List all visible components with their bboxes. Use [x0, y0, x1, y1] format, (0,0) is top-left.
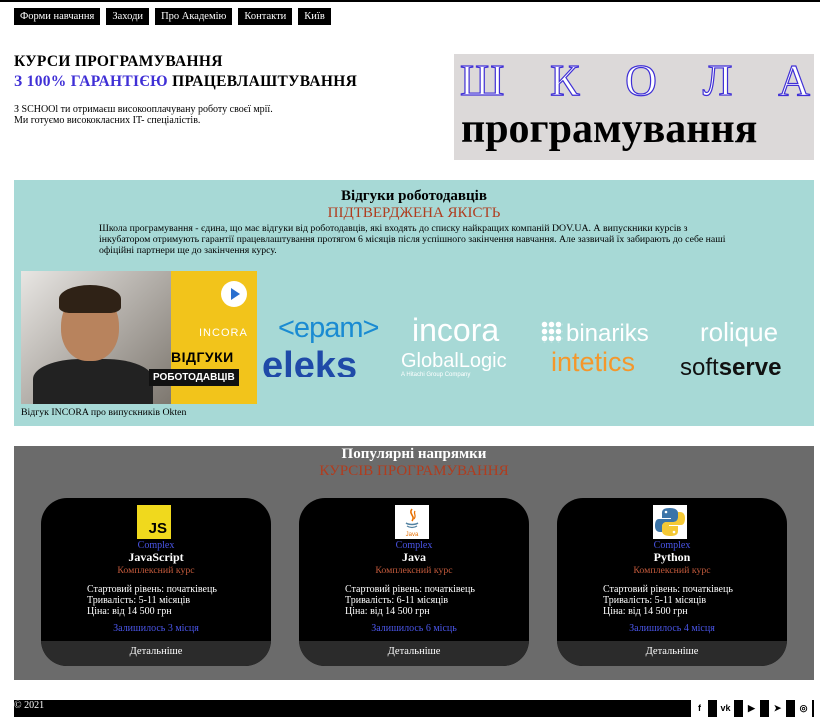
hero-text: КУРСИ ПРОГРАМУВАННЯ З 100% ГАРАНТІЄЮ ПРА… — [14, 52, 434, 126]
course-level: Стартовий рівень: початківець — [603, 584, 733, 595]
hero-desc-line1: З SCHOOl ти отримаєш високооплачувану ро… — [14, 104, 273, 115]
course-level: Стартовий рівень: початківець — [87, 584, 217, 595]
video-caption-line1: ВІДГУКИ — [171, 349, 234, 365]
course-seats-left: Залишилось 6 місць — [371, 623, 457, 634]
school-letter: О — [625, 56, 658, 105]
rolique-logo: rolique — [700, 317, 779, 347]
java-icon-text: Java — [406, 532, 419, 538]
school-letter: К — [549, 56, 580, 105]
reviews-text: Школа програмування - єдина, що має відг… — [99, 223, 726, 256]
details-button[interactable]: Детальніше — [299, 641, 529, 666]
softserve-logo: softserve — [680, 354, 781, 382]
programming-heading: програмування — [461, 106, 758, 152]
globallogic-tagline: A Hitachi Group Company — [401, 372, 471, 378]
school-letter: А — [778, 56, 811, 105]
hero-desc-line2: Ми готуємо висококласних IT- спеціалісті… — [14, 115, 201, 126]
hero-description: З SCHOOl ти отримаєш високооплачувану ро… — [14, 104, 434, 126]
youtube-icon[interactable]: ▶ — [741, 700, 760, 717]
video-person-hair — [59, 285, 121, 313]
javascript-icon-text: JS — [148, 520, 167, 537]
course-price: Ціна: від 14 500 грн — [345, 606, 430, 617]
hero-guarantee: З 100% ГАРАНТІЄЮ — [14, 73, 168, 90]
courses-subtitle: КУРСІВ ПРОГРАМУВАННЯ — [319, 463, 509, 479]
binariks-dots-icon — [541, 321, 563, 343]
python-icon — [653, 505, 687, 539]
nav-item-contacts[interactable]: Контакти — [238, 8, 293, 25]
social-links: f vk ▶ ➤ ◎ — [689, 700, 812, 717]
course-name: JavaScript — [128, 550, 184, 564]
top-nav: Форми навчання Заходи Про Академію Конта… — [14, 8, 331, 25]
course-duration: Тривалість: 5-11 місяців — [87, 595, 191, 606]
course-seats-left: Залишилось 4 місця — [629, 623, 715, 634]
hero-subtitle: З 100% ГАРАНТІЄЮ ПРАЦЕВЛАШТУВАННЯ — [14, 72, 434, 92]
instagram-icon[interactable]: ◎ — [793, 700, 812, 717]
course-info: Стартовий рівень: початківець Тривалість… — [87, 584, 217, 617]
video-label: Відгук INCORA про випускників Okten — [21, 407, 187, 418]
softserve-soft: soft — [680, 354, 719, 381]
review-video[interactable]: INCORA ВІДГУКИ РОБОТОДАВЦІВ — [21, 271, 257, 404]
nav-item-city[interactable]: Київ — [298, 8, 331, 25]
intetics-logo: intetics — [551, 347, 636, 377]
globallogic-logo: GlobalLogic A Hitachi Group Company — [401, 350, 507, 378]
telegram-icon[interactable]: ➤ — [767, 700, 786, 717]
eleks-logo: eleks — [262, 345, 358, 377]
details-button[interactable]: Детальніше — [557, 641, 787, 666]
reviews-subtitle: ПІДТВЕРДЖЕНА ЯКІСТЬ — [327, 205, 501, 221]
details-button[interactable]: Детальніше — [41, 641, 271, 666]
nav-item-about[interactable]: Про Академію — [155, 8, 233, 25]
course-card-java: Java Complex Java Комплексний курс Старт… — [299, 498, 529, 666]
binariks-name: binariks — [566, 320, 649, 347]
java-icon: Java — [395, 505, 429, 539]
courses-title: Популярні напрямки — [341, 446, 487, 462]
binariks-logo: binariks — [541, 320, 649, 348]
course-duration: Тривалість: 5-11 місяців — [603, 595, 707, 606]
epam-logo: <epam> — [278, 312, 379, 344]
course-card-javascript: JS Complex JavaScript Комплексний курс С… — [41, 498, 271, 666]
python-icon-graphic — [655, 508, 685, 536]
hero-banner: Ш К О Л А програмування — [454, 54, 814, 160]
video-person-body — [33, 359, 153, 404]
school-letter: Л — [702, 56, 733, 105]
video-brand: INCORA — [199, 327, 248, 339]
footer: © 2021 f vk ▶ ➤ ◎ — [14, 700, 814, 717]
javascript-icon: JS — [137, 505, 171, 539]
course-price: Ціна: від 14 500 грн — [603, 606, 688, 617]
course-info: Стартовий рівень: початківець Тривалість… — [603, 584, 733, 617]
nav-item-events[interactable]: Заходи — [106, 8, 150, 25]
course-name: Java — [402, 550, 426, 564]
reviews-title: Відгуки роботодавців — [341, 188, 487, 204]
school-heading: Ш К О Л А — [459, 56, 811, 105]
course-type: Комплексний курс — [117, 565, 195, 576]
school-letter: Ш — [459, 56, 505, 105]
course-price: Ціна: від 14 500 грн — [87, 606, 172, 617]
globallogic-name: GlobalLogic — [401, 350, 507, 372]
softserve-serve: serve — [718, 354, 782, 381]
video-caption-line2: РОБОТОДАВЦІВ — [149, 369, 239, 386]
course-card-python: Complex Python Комплексний курс Стартови… — [557, 498, 787, 666]
nav-item-study-forms[interactable]: Форми навчання — [14, 8, 101, 25]
incora-logo: incora — [412, 312, 500, 348]
course-type: Комплексний курс — [375, 565, 453, 576]
copyright: © 2021 — [14, 700, 45, 711]
course-type: Комплексний курс — [633, 565, 711, 576]
course-seats-left: Залишилось 3 місця — [113, 623, 199, 634]
course-info: Стартовий рівень: початківець Тривалість… — [345, 584, 475, 617]
course-duration: Тривалість: 6-11 місяців — [345, 595, 449, 606]
courses-section: Популярні напрямки КУРСІВ ПРОГРАМУВАННЯ … — [14, 446, 814, 680]
course-level: Стартовий рівень: початківець — [345, 584, 475, 595]
top-border — [0, 0, 820, 2]
facebook-icon[interactable]: f — [689, 700, 708, 717]
hero-employment: ПРАЦЕВЛАШТУВАННЯ — [167, 73, 358, 90]
course-name: Python — [653, 550, 691, 564]
play-icon[interactable] — [221, 281, 247, 307]
hero-title: КУРСИ ПРОГРАМУВАННЯ — [14, 53, 223, 70]
reviews-section: Відгуки роботодавців ПІДТВЕРДЖЕНА ЯКІСТЬ… — [14, 180, 814, 426]
java-icon-graphic: Java — [405, 508, 419, 538]
vk-icon[interactable]: vk — [715, 700, 734, 717]
